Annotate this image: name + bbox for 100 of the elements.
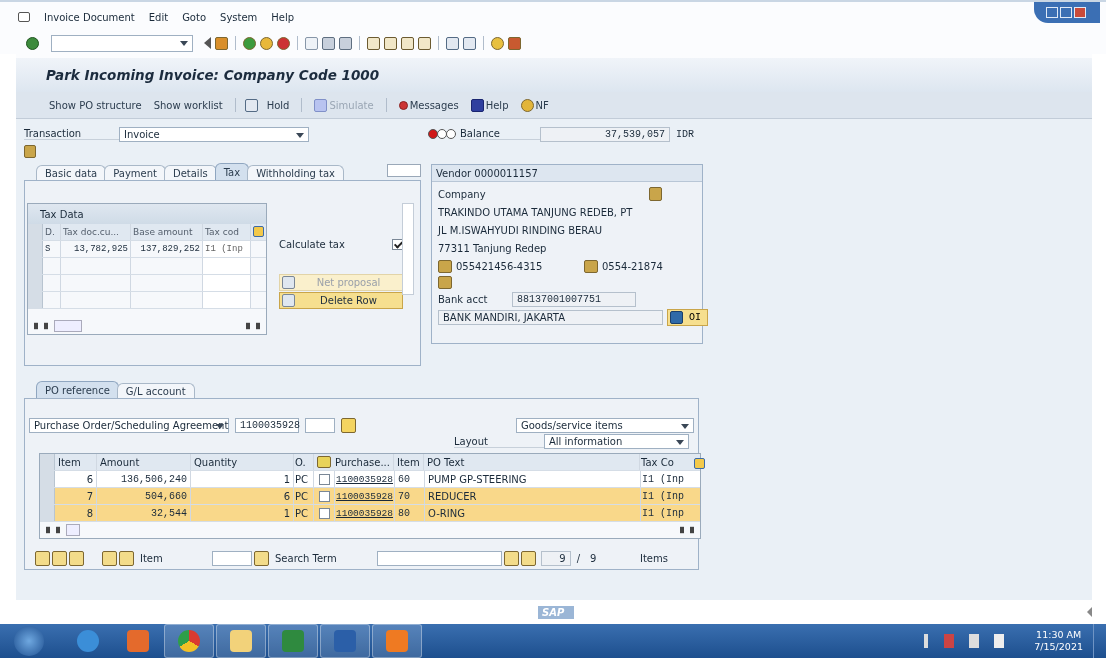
menu-item[interactable]: System: [220, 11, 258, 23]
menu-icon[interactable]: [18, 12, 30, 22]
dropdown-caret-icon: [676, 440, 684, 445]
panel-title: Vendor 0000011157: [432, 165, 702, 182]
row-checkbox[interactable]: [318, 507, 330, 519]
tab[interactable]: Details: [163, 165, 217, 180]
taskbar-app[interactable]: [268, 624, 318, 658]
field-label: Balance: [460, 128, 540, 140]
clock-time: 11:30 AM: [1036, 628, 1082, 641]
table-cell: PC: [294, 488, 314, 504]
input-field[interactable]: [305, 418, 335, 433]
table-cell: 32,544: [97, 505, 191, 521]
input-cell[interactable]: [203, 275, 251, 291]
column-header[interactable]: Purchase...: [334, 454, 394, 470]
table-cell: 80: [395, 505, 425, 521]
taskbar-app[interactable]: [216, 624, 266, 658]
table-cell: 7: [55, 488, 97, 504]
po-link[interactable]: 1100035928: [336, 473, 393, 485]
row-checkbox[interactable]: [318, 490, 330, 502]
screen-title: Park Incoming Invoice: Company Code 1000: [46, 67, 380, 83]
item-field[interactable]: [212, 550, 252, 566]
menu-item[interactable]: Edit: [148, 11, 169, 23]
column-header[interactable]: Item: [394, 454, 424, 470]
expand-arrow-icon[interactable]: [1087, 607, 1092, 617]
column-header[interactable]: Base amount: [131, 224, 203, 240]
open-items-button[interactable]: OI: [667, 308, 708, 326]
column-header[interactable]: D.: [43, 224, 61, 240]
scrollbar-thumb[interactable]: [66, 524, 80, 536]
table-row[interactable]: 7 504,660 6 PC 1100035928 70 REDUCER I1 (Inp: [40, 488, 700, 505]
toolbar-button[interactable]: Help: [467, 98, 512, 112]
taskbar-app[interactable]: [164, 624, 214, 658]
transaction-dropdown[interactable]: Invoice: [119, 126, 309, 142]
table-cell: 8: [55, 505, 97, 521]
scroll-arrows-icon[interactable]: [246, 322, 260, 330]
phone-number: 055421456-4315: [456, 260, 544, 272]
scrollbar-thumb[interactable]: [54, 320, 82, 332]
select-all-cell[interactable]: [40, 454, 55, 470]
vendor-address-line: TRAKINDO UTAMA TANJUNG REDEB, PT: [438, 205, 634, 220]
scroll-arrows-icon[interactable]: [680, 526, 694, 534]
dropdown-caret-icon: [681, 424, 689, 429]
menu-item[interactable]: Help: [271, 11, 295, 23]
row-checkbox[interactable]: [318, 473, 330, 485]
scroll-arrows-icon[interactable]: [46, 526, 60, 534]
table-cell: 504,660: [97, 488, 191, 504]
input-cell[interactable]: [203, 292, 251, 308]
toolbar-button[interactable]: Show PO structure: [46, 99, 145, 111]
scroll-arrows-icon[interactable]: [34, 322, 48, 330]
item-type-dropdown[interactable]: Goods/service items: [516, 418, 694, 433]
column-header[interactable]: Amount: [97, 454, 191, 470]
menu-item[interactable]: Goto: [182, 11, 207, 23]
start-button[interactable]: [14, 626, 44, 656]
column-header[interactable]: Tax cod: [203, 224, 251, 240]
field-label: Bank acct: [438, 293, 489, 305]
table-cell: PUMP GP-STEERING: [425, 471, 641, 487]
vendor-address-line: Company: [438, 188, 486, 200]
toolbar-button[interactable]: NF: [517, 98, 552, 112]
vendor-address-line: JL M.ISWAHYUDI RINDING BERAU: [438, 223, 604, 238]
column-header[interactable]: Tax doc.cu...: [61, 224, 131, 240]
toolbar-button[interactable]: Hold: [263, 99, 293, 111]
toolbar-button[interactable]: Show worklist: [150, 99, 226, 111]
column-header[interactable]: Tax Co: [640, 454, 692, 470]
po-number-field[interactable]: 1100035928: [235, 418, 299, 433]
table-row[interactable]: 6 136,506,240 1 PC 1100035928 60 PUMP GP-STEERING I1 (Inp: [40, 471, 700, 488]
dropdown-caret-icon[interactable]: [180, 40, 188, 46]
bank-name-field: BANK MANDIRI, JAKARTA: [438, 309, 663, 325]
vertical-scrollbar[interactable]: [402, 203, 414, 295]
layout-dropdown[interactable]: All information: [544, 434, 689, 449]
po-link[interactable]: 1100035928: [336, 490, 393, 502]
column-header[interactable]: Quantity: [191, 454, 294, 470]
command-field[interactable]: [51, 34, 193, 52]
column-header[interactable]: O.: [294, 454, 314, 470]
table-row[interactable]: 8 32,544 1 PC 1100035928 80 O-RING I1 (Inp: [40, 505, 700, 522]
table-cell: PC: [294, 505, 314, 521]
tab[interactable]: PO reference: [36, 381, 119, 398]
table-cell: S: [43, 241, 61, 257]
items-label: Items: [639, 552, 669, 564]
checkbox-label: Calculate tax: [279, 239, 345, 250]
input-cell[interactable]: [203, 258, 251, 274]
column-header[interactable]: Item: [55, 454, 97, 470]
tab[interactable]: Tax: [214, 163, 250, 180]
taskbar-app[interactable]: [372, 624, 422, 658]
select-all-cell[interactable]: [28, 224, 43, 240]
action-button[interactable]: Delete Row: [279, 292, 403, 309]
tab[interactable]: G/L account: [116, 383, 195, 398]
search-term-field[interactable]: [377, 550, 502, 566]
document-type-dropdown[interactable]: Purchase Order/Scheduling Agreement: [29, 418, 229, 433]
po-link[interactable]: 1100035928: [336, 507, 393, 519]
column-header[interactable]: PO Text: [424, 454, 640, 470]
field-label: Search Term: [275, 552, 338, 564]
menu-item[interactable]: Invoice Document: [44, 11, 135, 23]
tab[interactable]: Withholding tax: [247, 165, 345, 180]
table-cell-text: I1 (Inp: [641, 506, 685, 521]
tab[interactable]: Basic data: [36, 165, 107, 180]
status-lights-icon: [429, 129, 456, 139]
toolbar-button[interactable]: Messages: [395, 99, 462, 111]
window-controls[interactable]: [1034, 2, 1100, 23]
table-cell: 13,782,925: [61, 241, 131, 257]
taskbar-app[interactable]: [320, 624, 370, 658]
tab[interactable]: Payment: [104, 165, 166, 180]
table-cell: 60: [395, 471, 425, 487]
